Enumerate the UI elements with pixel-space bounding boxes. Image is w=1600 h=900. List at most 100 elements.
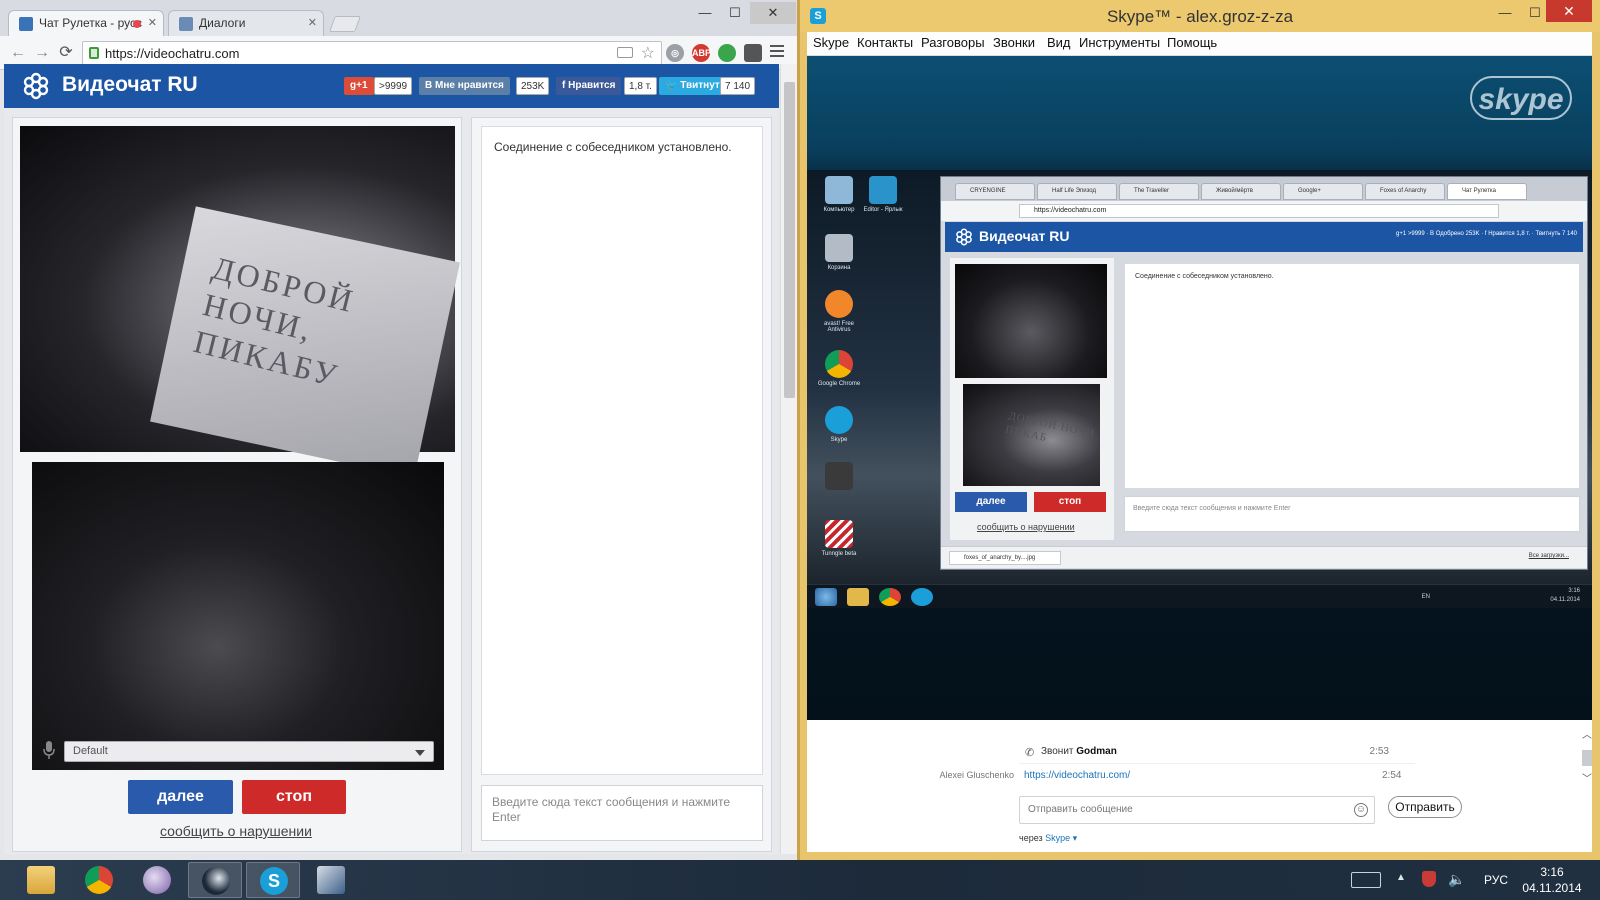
shared-download-file: foxes_of_anarchy_by....jpg (949, 551, 1061, 565)
stop-button[interactable]: стоп (242, 780, 346, 814)
tab-dialogs[interactable]: Диалоги ✕ (168, 10, 324, 36)
desktop-icon-game (812, 462, 866, 493)
taskbar: S ▲ 🔈 РУС 3:16 04.11.2014 (0, 860, 1600, 900)
forward-button[interactable]: → (32, 43, 52, 63)
call-notification: ✆ Звонит Godman 2:53 (1019, 740, 1415, 764)
report-link[interactable]: сообщить о нарушении (160, 823, 312, 839)
close-button[interactable]: ✕ (750, 2, 796, 24)
vk-button[interactable]: В Мне нравится (419, 77, 510, 95)
new-tab-button[interactable] (329, 16, 361, 32)
maximize-button[interactable]: ☐ (720, 2, 750, 24)
scrollbar-thumb[interactable] (1582, 750, 1592, 766)
tab-label: Диалоги (199, 16, 246, 30)
taskbar-editor[interactable] (304, 862, 358, 898)
shared-start-icon (815, 588, 837, 606)
send-button[interactable]: Отправить (1388, 796, 1462, 818)
emoji-icon[interactable]: ☺ (1354, 803, 1368, 817)
chat-system-message: Соединение с собеседником установлено. (494, 140, 732, 154)
local-video (32, 462, 444, 770)
next-button[interactable]: далее (128, 780, 233, 814)
extension-green-icon[interactable] (718, 44, 736, 62)
taskbar-foobar[interactable] (130, 862, 184, 898)
shared-chat-log: Соединение с собеседником установлено. (1124, 263, 1580, 489)
message-time: 2:54 (1382, 770, 1402, 781)
tray-expand-icon[interactable]: ▲ (1396, 872, 1406, 883)
skype-window-title: Skype™ - alex.groz-z-za (1106, 7, 1294, 26)
menu-tools[interactable]: Инструменты (1079, 35, 1160, 50)
site-logo-icon (956, 228, 972, 246)
skype-title-bar: S Skype™ - alex.groz-z-za — ☐ ✕ (800, 0, 1600, 32)
shared-chat-placeholder: Введите сюда текст сообщения и нажмите E… (1133, 505, 1291, 512)
chat-scrollbar[interactable]: ︿ ﹀ (1580, 726, 1594, 786)
minimize-button[interactable]: — (690, 2, 720, 24)
close-button[interactable]: ✕ (1546, 0, 1592, 22)
reload-button[interactable]: ⟳ (56, 43, 76, 63)
close-icon[interactable]: ✕ (148, 16, 157, 29)
minimize-button[interactable]: — (1490, 2, 1520, 24)
desktop-icon-chrome: Google Chrome (812, 350, 866, 387)
tw-count: 7 140 (720, 77, 756, 95)
menu-icon[interactable] (770, 45, 784, 59)
scrollbar-thumb[interactable] (784, 82, 795, 398)
skype-frame-edge (800, 852, 1600, 860)
shared-browser-toolbar: https://videochatru.com (941, 201, 1587, 221)
shield-icon[interactable] (1422, 871, 1436, 887)
shared-next-button: далее (955, 492, 1027, 512)
shared-download-all: Все загрузки... (1528, 553, 1569, 559)
extension-globe-icon[interactable]: ◎ (666, 44, 684, 62)
language-indicator[interactable]: РУС (1484, 873, 1508, 887)
star-icon[interactable]: ☆ (641, 43, 655, 63)
recording-dot-icon (133, 20, 141, 28)
site-title: Видеочат RU (62, 73, 198, 96)
desktop-icon-label: Компьютер (823, 207, 855, 213)
chevron-down-icon (415, 750, 425, 756)
page-scrollbar[interactable] (780, 64, 797, 854)
shared-tab: Half Life Эпизод (1037, 183, 1117, 200)
extension-mask-icon[interactable] (744, 44, 762, 62)
skype-message-input[interactable]: Отправить сообщение ☺ (1019, 796, 1375, 824)
tab-chat-roulette[interactable]: Чат Рулетка - русс ✕ (8, 10, 164, 36)
chat-input[interactable]: Введите сюда текст сообщения и нажмите E… (481, 785, 763, 841)
chevron-down-icon[interactable]: ﹀ (1582, 770, 1592, 785)
computer-icon (825, 176, 853, 204)
chevron-up-icon[interactable]: ︿ (1582, 726, 1592, 741)
desktop-icon-label: Google Chrome (817, 381, 861, 387)
recycle-bin-icon (825, 234, 853, 262)
adblock-icon[interactable]: ABP (692, 44, 711, 62)
desktop-icon-label: avast! Free Antivirus (823, 321, 854, 333)
taskbar-chrome[interactable] (72, 862, 126, 898)
microphone-select[interactable]: Default (64, 741, 434, 762)
taskbar-skype[interactable]: S (246, 862, 300, 898)
taskbar-steam[interactable] (188, 862, 242, 898)
menu-conversations[interactable]: Разговоры (921, 35, 985, 50)
gplus-button[interactable]: g+1 (344, 77, 374, 95)
menu-calls[interactable]: Звонки (993, 35, 1035, 50)
skype-icon (825, 406, 853, 434)
shared-tray-time: 3:16 (1568, 588, 1580, 594)
tab-label: Чат Рулетка - русс (39, 16, 143, 30)
taskbar-file-explorer[interactable] (14, 862, 68, 898)
speaker-icon[interactable]: 🔈 (1448, 871, 1465, 888)
menu-skype[interactable]: Skype (813, 35, 849, 50)
camera-icon[interactable] (617, 47, 633, 58)
menu-view[interactable]: Вид (1047, 35, 1071, 50)
back-button[interactable]: ← (8, 43, 28, 63)
call-label: Звонит (1041, 746, 1074, 757)
via-skype-link[interactable]: Skype ▾ (1045, 833, 1077, 843)
address-bar[interactable]: https://videochatru.com ☆ (82, 41, 662, 65)
message-author: Alexei Gluschenko (939, 770, 1014, 780)
facebook-button[interactable]: f Нравится (556, 77, 622, 95)
keyboard-icon[interactable] (1351, 872, 1381, 888)
avast-icon (825, 290, 853, 318)
menu-contacts[interactable]: Контакты (857, 35, 913, 50)
clock[interactable]: 3:16 04.11.2014 (1512, 864, 1592, 896)
menu-help[interactable]: Помощь (1167, 35, 1217, 50)
shared-skype-icon (911, 588, 933, 606)
gplus-count: >9999 (374, 77, 413, 95)
chat-input-placeholder: Введите сюда текст сообщения и нажмите E… (492, 795, 731, 824)
message-link[interactable]: https://videochatru.com/ (1024, 770, 1130, 781)
microphone-icon (43, 741, 55, 759)
close-icon[interactable]: ✕ (308, 16, 317, 29)
vk-count: 253K (516, 77, 550, 95)
shared-chrome-icon (879, 588, 901, 606)
